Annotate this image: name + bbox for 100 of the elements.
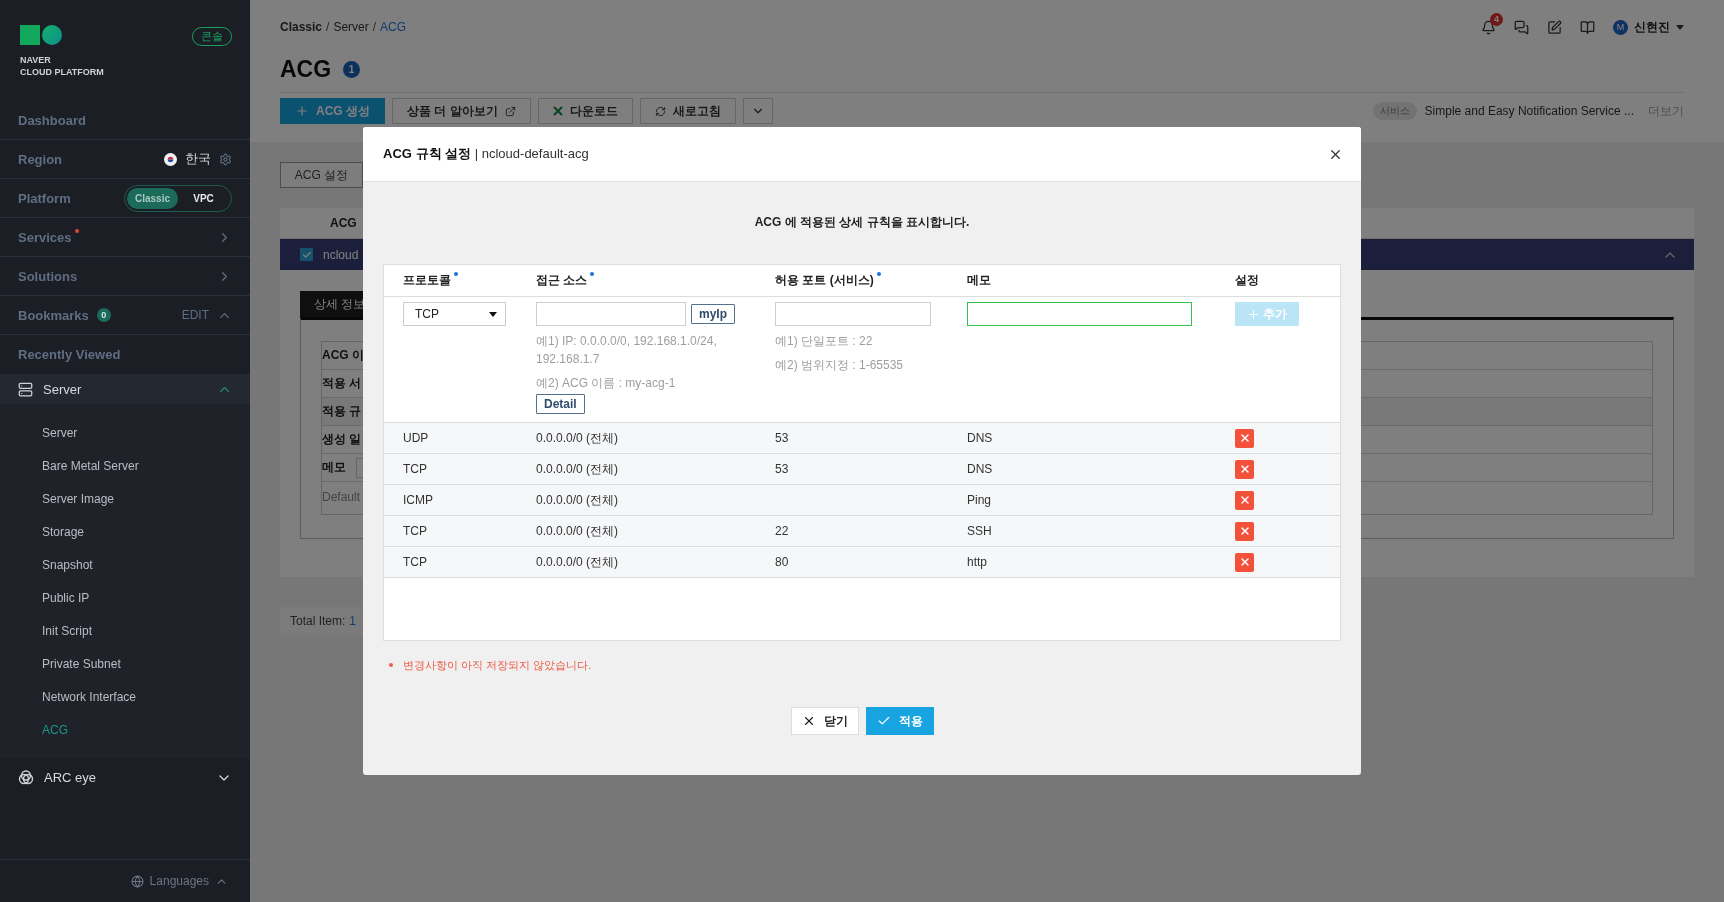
table-cell-text: 0.0.0.0/0 (전체) [535,491,620,509]
logo-text: NAVER [20,55,52,65]
table-cell-text: DNS [966,462,994,476]
delete-button[interactable] [1235,490,1254,510]
logo-icon [20,25,63,45]
refresh-icon [654,105,666,117]
menu-item[interactable]: Public IP [0,581,250,614]
languages-menu[interactable]: Languages [149,874,209,888]
hint-text: 예1) 단일포트 : 22 [775,333,874,350]
nav-item[interactable]: Solutions [18,268,78,284]
download-button[interactable]: 다운로드 [537,98,633,124]
column-header: 메모 [966,272,992,289]
breadcrumb-separator: / [372,20,377,34]
server-icon [18,381,33,397]
caret-icon [489,311,497,317]
bell-icon[interactable] [1481,19,1496,35]
chat-icon[interactable] [1514,19,1529,35]
menu-item[interactable]: Private Subnet [0,647,250,680]
warning-dot [389,663,393,667]
column-header: 허용 포트 (서비스) [756,272,948,289]
field-label: 메모 [322,459,346,476]
menu-item[interactable]: Bare Metal Server [0,449,250,482]
menu-item[interactable]: Snapshot [0,548,250,581]
field-label: 생성 일 [322,431,362,448]
user-name[interactable]: 신현진 [1634,18,1670,36]
nav-item[interactable]: Bookmarks [18,307,89,323]
menu-item[interactable]: Server Image [0,482,250,515]
delete-button[interactable] [1235,552,1254,572]
delete-button[interactable] [1235,428,1254,448]
column-header: ACG [330,216,357,230]
protocol-select[interactable]: TCP [403,302,506,326]
breadcrumb-separator: / [326,20,330,34]
memo-field[interactable] [967,302,1192,326]
nav-item[interactable]: Recently Viewed [18,347,121,362]
table-cell-text: DNS [966,431,994,445]
notification-badge: 4 [1490,12,1503,26]
table-cell-text: TCP [402,555,428,569]
tab[interactable]: ACG 설정 [280,162,363,188]
learn-more-button[interactable]: 상품 더 알아보기 [392,98,531,124]
platform-option[interactable]: VPC [178,187,229,209]
logo-text: CLOUD PLATFORM [20,67,104,77]
delete-button[interactable] [1235,459,1254,479]
settings-icon[interactable] [219,152,232,166]
menu-group[interactable]: Server [18,381,82,397]
delete-icon [1238,494,1251,506]
detail-button[interactable]: Detail [536,394,585,414]
platform-option[interactable]: Classic [127,187,178,209]
breadcrumb-link[interactable]: Classic [280,20,323,34]
spreadsheet-icon [552,106,563,116]
nav-item[interactable]: Dashboard [18,112,86,128]
breadcrumb-link[interactable]: ACG [380,20,407,34]
menu-group[interactable]: ARC eye [18,769,97,786]
edit-link[interactable]: EDIT [181,308,209,322]
menu-item[interactable]: Server [0,416,250,449]
warning-text: 변경사항이 아직 저장되지 않았습니다. [403,657,592,673]
group-label: Server [43,381,82,397]
book-icon[interactable] [1580,19,1595,35]
refresh-button[interactable]: 새로고침 [639,98,736,124]
field-label: 적용 규 [322,403,362,420]
table-cell-text: ICMP [402,493,434,507]
delete-icon [1238,463,1251,475]
table-cell-text: 22 [774,524,790,538]
table-cell-text: Ping [966,493,993,507]
myip-button[interactable]: myIp [691,304,735,324]
table-cell-text: 53 [774,462,790,476]
row-checkbox[interactable] [300,248,313,261]
nav-item[interactable]: Services [18,229,72,245]
menu-item[interactable]: ACG [0,713,250,746]
promo-text[interactable]: Simple and Easy Notification Service ... [1424,104,1634,118]
hint-text: 예2) 범위지정 : 1-65535 [775,357,905,374]
edit-icon[interactable] [1547,19,1562,35]
dialog-description: ACG 에 적용된 상세 규칙을 표시합니다. [753,214,971,231]
flag-icon [164,152,177,166]
table-cell-text: 80 [774,555,790,569]
delete-icon [1238,556,1251,568]
globe-icon [130,874,144,888]
menu-item[interactable]: Storage [0,515,250,548]
count-badge: 1 [343,60,361,78]
table-cell-text: http [966,555,988,569]
table-cell-text: SSH [966,524,993,538]
dialog-title: ACG 규칙 설정 | ncloud-default-acg [383,145,589,163]
port-field[interactable] [775,302,931,326]
menu-item[interactable]: Network Interface [0,680,250,713]
hint-text: 예2) ACG 이름 : my-acg-1 [536,375,677,392]
column-header: 설정 [1234,272,1260,289]
nav-label: Region [18,151,63,167]
close-button[interactable]: 닫기 [790,707,859,735]
region-name[interactable]: 한국 [185,150,211,168]
caret-icon[interactable] [1676,24,1684,30]
apply-button[interactable]: 적용 [865,707,934,735]
menu-item[interactable]: Init Script [0,614,250,647]
delete-icon [1238,525,1251,537]
source-field[interactable] [536,302,686,326]
breadcrumb-link[interactable]: Server [333,20,369,34]
column-header: 접근 소스 [517,272,756,289]
column-header: 프로토콜 [384,272,517,289]
delete-button[interactable] [1235,521,1254,541]
field-label: 적용 서 [322,375,362,392]
table-cell-text: 0.0.0.0/0 (전체) [535,460,620,478]
user-avatar[interactable]: M [1613,19,1628,35]
